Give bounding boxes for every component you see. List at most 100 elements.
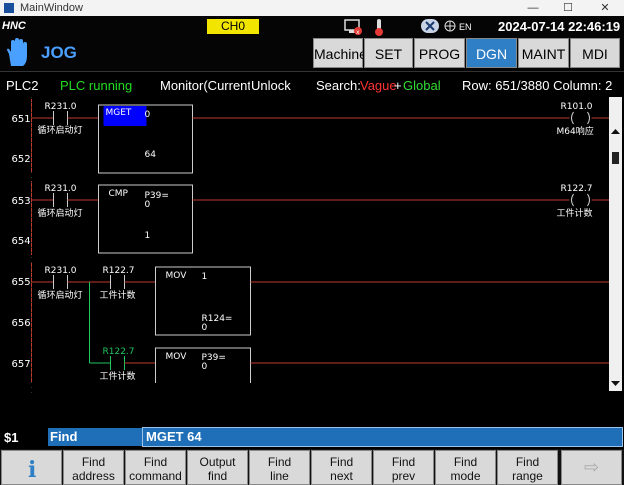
minimize-button[interactable]: — (518, 0, 548, 16)
coil-r122-7[interactable] (571, 193, 590, 207)
tab-maint[interactable]: MAINT (518, 38, 569, 68)
tab-mdi[interactable]: MDI (570, 38, 620, 68)
row-number: 656 (12, 318, 31, 329)
brand-logo: HNC (2, 20, 26, 32)
ladder-diagram[interactable]: 651 652 653 654 655 656 657 R231.0 循环启动灯… (0, 97, 624, 393)
language-indicator[interactable]: EN (459, 22, 472, 32)
svg-text:x: x (356, 29, 360, 36)
row-number: 654 (12, 236, 31, 247)
maximize-button[interactable]: ☐ (553, 0, 583, 16)
find-address-button[interactable]: Find address (63, 450, 124, 485)
block-param: 0 (202, 362, 208, 372)
info-icon: i (28, 457, 36, 483)
tab-set[interactable]: SET (364, 38, 413, 68)
find-prev-button[interactable]: Find prev (373, 450, 434, 485)
search-vague: Vague (360, 78, 397, 93)
fkey-line2: find (207, 469, 228, 483)
unlock-label[interactable]: Unlock (251, 78, 291, 93)
search-plus: + (394, 78, 402, 93)
tab-machine[interactable]: Machine (313, 38, 367, 68)
block-param: 1 (202, 272, 208, 282)
fkey-line1: Find (143, 455, 168, 469)
operation-mode: JOG (41, 43, 77, 62)
tab-dgn[interactable]: DGN (466, 38, 517, 68)
contact-label: 循环启动灯 (38, 207, 83, 219)
fkey-line2: line (270, 469, 289, 483)
hand-jog-icon (7, 38, 27, 66)
block-name: CMP (109, 189, 129, 199)
block-param: 0 (202, 323, 208, 333)
find-command-input[interactable]: MGET 64 (142, 427, 623, 447)
search-global: Global (403, 78, 441, 93)
network-error-icon: x (344, 19, 362, 36)
channel-prompt: $1 (4, 430, 19, 445)
find-mode-button[interactable]: Find mode (435, 450, 496, 485)
coil-address: R122.7 (561, 184, 593, 194)
clear-alarm-icon[interactable] (420, 18, 440, 34)
close-window-button[interactable]: ✕ (590, 0, 620, 16)
rung-655[interactable]: R231.0 循环启动灯 R122.7 工件计数 MOV 1 R124= 0 R… (31, 266, 614, 383)
channel-badge[interactable]: CH0 (207, 19, 259, 34)
window-titlebar: MainWindow — ☐ ✕ (0, 0, 624, 16)
coil-r101-0[interactable] (571, 111, 590, 125)
contact-label: 工件计数 (100, 289, 136, 301)
contact-label: 循环启动灯 (38, 289, 83, 301)
contact-label: 循环启动灯 (38, 124, 83, 136)
block-param: 0 (145, 110, 151, 120)
next-page-arrow-icon[interactable]: ⇨ (561, 450, 622, 485)
block-param: 1 (145, 231, 151, 241)
contact-address: R231.0 (45, 184, 77, 194)
fkey-line1: Output (199, 455, 236, 469)
row-column-indicator: Row: 651/3880 Column: 2 (462, 78, 613, 93)
contact-label: 工件计数 (100, 370, 136, 382)
scroll-up-icon[interactable] (611, 129, 620, 134)
output-find-button[interactable]: Output find (187, 450, 248, 485)
app-icon (4, 3, 14, 13)
rung-651[interactable]: R231.0 循环启动灯 MGET 0 64 R101.0 M64响应 (31, 102, 614, 174)
rung-653[interactable]: R231.0 循环启动灯 CMP P39= 0 1 R122.7 工件计数 (31, 184, 614, 254)
datetime-display: 2024-07-14 22:46:19 (498, 19, 621, 34)
block-param: 64 (145, 150, 157, 160)
row-number: 655 (12, 277, 31, 288)
contact-address: R231.0 (45, 102, 77, 112)
find-next-button[interactable]: Find next (311, 450, 372, 485)
contact-address: R231.0 (45, 266, 77, 276)
block-name: MGET (106, 108, 132, 118)
fkey-line2: mode (450, 469, 481, 483)
find-command-label: Find command: (48, 428, 144, 462)
row-number: 657 (12, 359, 31, 370)
find-command-button[interactable]: Find command (125, 450, 186, 485)
fkey-line1: Find (267, 455, 292, 469)
scroll-down-icon[interactable] (611, 381, 620, 386)
fkey-line2: prev (391, 469, 416, 483)
window-title: MainWindow (20, 2, 83, 14)
coil-label: 工件计数 (557, 207, 593, 219)
search-label: Search: (316, 78, 361, 93)
fkey-line1: Find (515, 455, 540, 469)
fkey-line1: Find (329, 455, 354, 469)
block-name: MOV (166, 352, 188, 362)
find-line-button[interactable]: Find line (249, 450, 310, 485)
fkey-line2: next (330, 469, 353, 483)
find-range-button[interactable]: Find range (497, 450, 558, 485)
block-param: 0 (145, 200, 151, 210)
plc-id: PLC2 (6, 78, 39, 93)
contact-address: R122.7 (103, 266, 135, 276)
scroll-thumb[interactable] (612, 152, 619, 164)
fkey-line1: Find (453, 455, 478, 469)
block-name: MOV (166, 271, 188, 281)
plc-status: PLC running (60, 78, 133, 93)
fkey-line1: Find (81, 455, 106, 469)
contact-address: R122.7 (103, 347, 135, 357)
temperature-icon (375, 19, 383, 36)
fkey-line2: command (129, 469, 182, 483)
vertical-scrollbar[interactable] (609, 97, 622, 391)
tab-prog[interactable]: PROG (414, 38, 465, 68)
coil-address: R101.0 (561, 102, 593, 112)
monitor-label: Monitor(Current vall (160, 78, 250, 93)
row-number: 652 (12, 154, 31, 165)
scrollbar-graphic (611, 129, 620, 386)
svg-text:i: i (28, 457, 36, 481)
info-key[interactable]: i (1, 450, 62, 485)
row-number: 651 (12, 114, 31, 125)
